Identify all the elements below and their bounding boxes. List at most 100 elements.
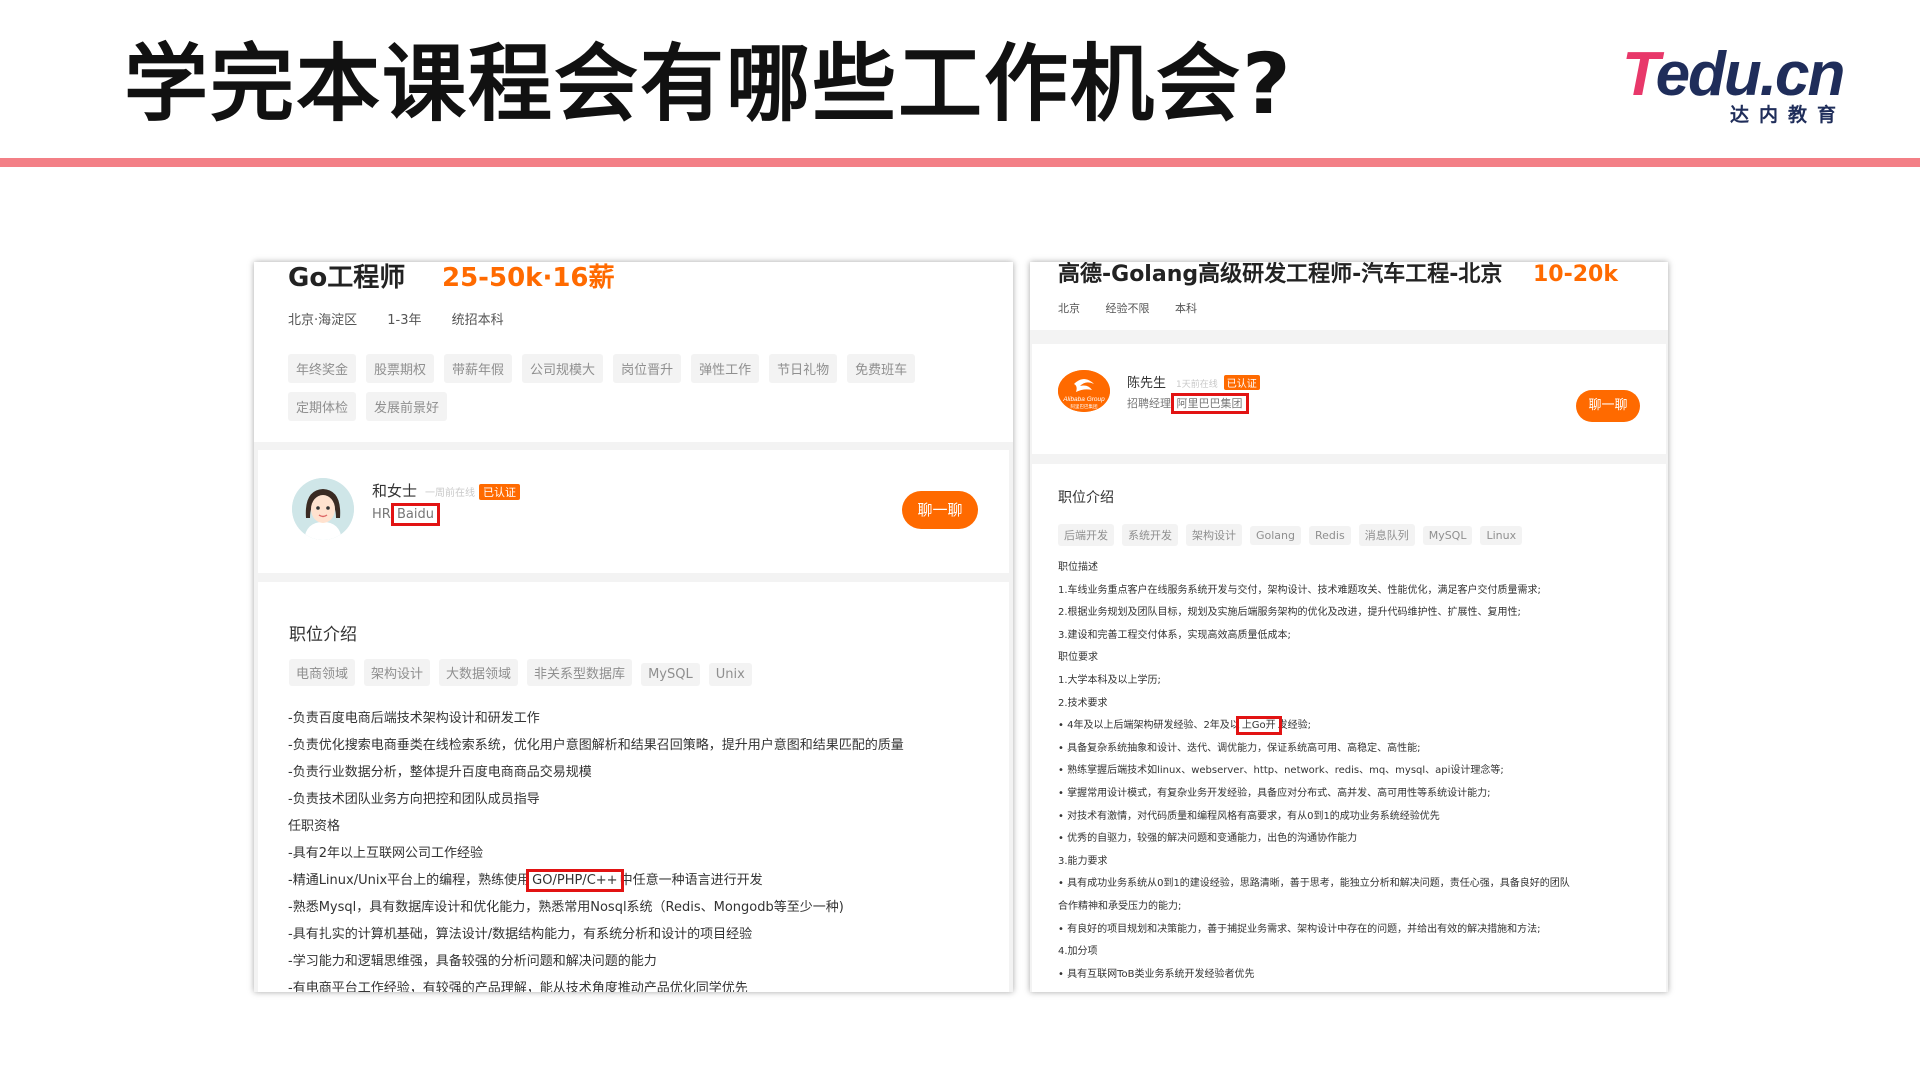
job-location: 北京 — [1058, 302, 1080, 315]
alibaba-logo-icon: Alibaba Group 阿里巴巴集团 — [1058, 370, 1110, 412]
benefit-tags: 年终奖金 股票期权 带薪年假 公司规模大 岗位晋升 弹性工作 节日礼物 免费班车定期体检 发展前… — [288, 354, 988, 430]
logo-wordmark: Tedu.cn — [1622, 40, 1845, 109]
slide-title: 学完本课程会有哪些工作机会? — [124, 35, 1293, 133]
skill-tag: 系统开发 — [1122, 524, 1178, 546]
desc-line: 合作精神和承受压力的能力; — [1058, 900, 1182, 912]
desc-line: -负责技术团队业务方向把控和团队成员指导 — [288, 792, 540, 807]
logo-subtitle: 达内教育 — [1729, 104, 1846, 126]
recruiter-avatar[interactable] — [292, 478, 354, 540]
benefit-tag: 岗位晋升 — [613, 354, 682, 383]
skill-tag: Redis — [1309, 526, 1351, 545]
desc-line: 2.根据业务规划及团队目标，规划及实施后端服务架构的优化及改进，提升代码维护性、… — [1058, 607, 1521, 619]
benefit-tag: 带薪年假 — [444, 354, 513, 383]
recruiter-panel: 和女士 一周前在线 已认证 HR Baidu 聊一聊 — [258, 450, 1009, 573]
desc-line: 1.大学本科及以上学历; — [1058, 674, 1161, 686]
desc-line: 1.车线业务重点客户在线服务系统开发与交付，架构设计、技术难题攻关、性能优化，满… — [1058, 584, 1541, 596]
job-description-panel: 职位介绍 电商领域 架构设计 大数据领域 非关系型数据库 MySQL Unix -负责百度… — [258, 582, 1009, 992]
job-card-baidu: Go工程师 25-50k·16薪 北京·海淀区 1-3年 统招本科 年终奖金 股票… — [254, 262, 1013, 992]
desc-line: • 熟练掌握后端技术如linux、webserver、http、network、… — [1058, 765, 1504, 777]
desc-line: -负责优化搜索电商垂类在线检索系统，优化用户意图解析和结果召回策略，提升用户意图… — [288, 738, 904, 753]
job-education: 本科 — [1175, 302, 1197, 315]
desc-line: -学习能力和逻辑思维强，具备较强的分析问题和解决问题的能力 — [288, 954, 657, 969]
recruiter-online-status: 1天前在线 — [1176, 380, 1218, 390]
benefit-tag: 弹性工作 — [691, 354, 760, 383]
benefit-tag: 节日礼物 — [769, 354, 838, 383]
job-header-panel: Go工程师 25-50k·16薪 北京·海淀区 1-3年 统招本科 年终奖金 股票… — [254, 262, 1013, 442]
certified-badge: 已认证 — [479, 484, 521, 500]
desc-line: -具有扎实的计算机基础，算法设计/数据结构能力，有系统分析和设计的项目经验 — [288, 927, 753, 942]
desc-line: 2.技术要求 — [1058, 697, 1108, 709]
recruiter-name: 和女士 — [372, 482, 418, 500]
desc-line: -负责行业数据分析，整体提升百度电商商品交易规模 — [288, 765, 592, 780]
job-meta: 北京 经验不限 本科 — [1058, 300, 1219, 316]
recruiter-name-row: 和女士 一周前在线 已认证 — [372, 480, 521, 501]
chat-button[interactable]: 聊一聊 — [1576, 390, 1640, 422]
recruiter-company-highlight: Baidu — [390, 503, 440, 526]
skill-tag: Linux — [1480, 526, 1523, 545]
benefit-tag: 年终奖金 — [288, 354, 357, 383]
job-salary: 10-20k — [1533, 262, 1618, 287]
job-experience: 1-3年 — [387, 313, 422, 328]
benefit-tag: 免费班车 — [847, 354, 916, 383]
tedu-logo: Tedu.cn 达内教育 — [1622, 40, 1852, 127]
avatar-illustration-icon — [292, 478, 354, 540]
desc-line: 职位描述 — [1058, 562, 1098, 573]
job-location: 北京·海淀区 — [288, 313, 358, 328]
desc-line: • 具有互联网ToB类业务系统开发经验者优先 — [1058, 968, 1255, 980]
chat-button[interactable]: 聊一聊 — [902, 491, 978, 529]
recruiter-role-row: HR Baidu — [372, 503, 440, 526]
recruiter-name-row: 陈先生 1天前在线 已认证 — [1127, 372, 1260, 391]
skill-tag: Unix — [708, 663, 752, 686]
skill-tag: 电商领域 — [289, 659, 356, 686]
language-highlight: GO/PHP/C++ — [526, 869, 624, 892]
benefit-tag: 定期体检 — [288, 392, 357, 421]
recruiter-name: 陈先生 — [1127, 376, 1167, 391]
skill-tags: 电商领域 架构设计 大数据领域 非关系型数据库 MySQL Unix — [289, 659, 761, 686]
desc-line: • 具备复杂系统抽象和设计、迭代、调优能力，保证系统高可用、高稳定、高性能; — [1058, 742, 1421, 754]
go-highlight: 上Go开 — [1235, 716, 1282, 736]
job-experience: 经验不限 — [1105, 302, 1150, 315]
desc-line: 4.加分项 — [1058, 946, 1098, 958]
job-salary: 25-50k·16薪 — [442, 263, 615, 293]
benefit-tag: 股票期权 — [366, 354, 435, 383]
svg-text:Alibaba Group: Alibaba Group — [1062, 396, 1105, 403]
benefit-tag: 发展前景好 — [366, 392, 448, 421]
job-description: 职位描述 1.车线业务重点客户在线服务系统开发与交付，架构设计、技术难题攻关、性… — [1058, 557, 1570, 986]
recruiter-role: HR — [372, 507, 391, 522]
certified-badge: 已认证 — [1223, 375, 1260, 390]
skill-tag: 非关系型数据库 — [527, 659, 633, 686]
skill-tags: 后端开发 系统开发 架构设计 Golang Redis 消息队列 MySQL Linux — [1058, 524, 1530, 546]
desc-line: • 有良好的项目规划和决策能力，善于捕捉业务需求、架构设计中存在的问题，并给出有… — [1058, 923, 1541, 935]
recruiter-company-highlight: 阿里巴巴集团 — [1170, 393, 1249, 414]
desc-line: -熟悉Mysql，具有数据库设计和优化能力，熟悉常用Nosql系统（Redis、… — [288, 900, 844, 915]
job-header-panel: 高德-Golang高级研发工程师-汽车工程-北京 10-20k 北京 经验不限 … — [1030, 262, 1668, 330]
job-education: 统招本科 — [451, 313, 504, 328]
skill-tag: 架构设计 — [364, 659, 431, 686]
desc-line: • 具有成功业务系统从0到1的建设经验，思路清晰，善于思考，能独立分析和解决问题… — [1058, 878, 1570, 890]
skill-tag: 架构设计 — [1186, 524, 1242, 546]
desc-line: -负责百度电商后端技术架构设计和研发工作 — [288, 711, 540, 726]
desc-line: -有电商平台工作经验，有较强的产品理解，能从技术角度推动产品优化同学优先 — [288, 981, 748, 992]
skill-tag: MySQL — [1422, 526, 1473, 545]
desc-line: • 优秀的自驱力，较强的解决问题和变通能力，出色的沟通协作能力 — [1058, 833, 1358, 845]
skill-tag: 消息队列 — [1358, 524, 1415, 546]
desc-line: 职位要求 — [1058, 652, 1098, 664]
job-card-alibaba: 高德-Golang高级研发工程师-汽车工程-北京 10-20k 北京 经验不限 … — [1030, 262, 1668, 992]
job-description: -负责百度电商后端技术架构设计和研发工作 -负责优化搜索电商垂类在线检索系统，优… — [288, 705, 904, 992]
skill-tag: MySQL — [641, 663, 700, 686]
recruiter-role: 招聘经理 — [1127, 397, 1171, 410]
benefit-tag: 公司规模大 — [522, 354, 604, 383]
desc-line: 任职资格 — [288, 819, 341, 834]
recruiter-online-status: 一周前在线 — [425, 488, 476, 499]
job-description-panel: 职位介绍 后端开发 系统开发 架构设计 Golang Redis 消息队列 MySQL Lin… — [1032, 464, 1666, 992]
desc-line: • 掌握常用设计模式，有复杂业务开发经验，具备应对分布式、高并发、高可用性等系统… — [1058, 787, 1491, 799]
desc-line: 3.能力要求 — [1058, 855, 1108, 867]
recruiter-panel: Alibaba Group 阿里巴巴集团 陈先生 1天前在线 已认证 招聘经理 阿里… — [1032, 344, 1666, 454]
desc-line: 3.建设和完善工程交付体系，实现高效高质量低成本; — [1058, 629, 1291, 641]
skill-tag: 后端开发 — [1058, 524, 1114, 546]
section-title: 职位介绍 — [1058, 490, 1114, 506]
skill-tag: 大数据领域 — [439, 659, 519, 686]
desc-line: • 4年及以上后端架构研发经验、2年及以 上Go开 发经验; — [1058, 716, 1312, 736]
title-divider — [0, 158, 1920, 167]
skill-tag: Golang — [1250, 526, 1302, 545]
